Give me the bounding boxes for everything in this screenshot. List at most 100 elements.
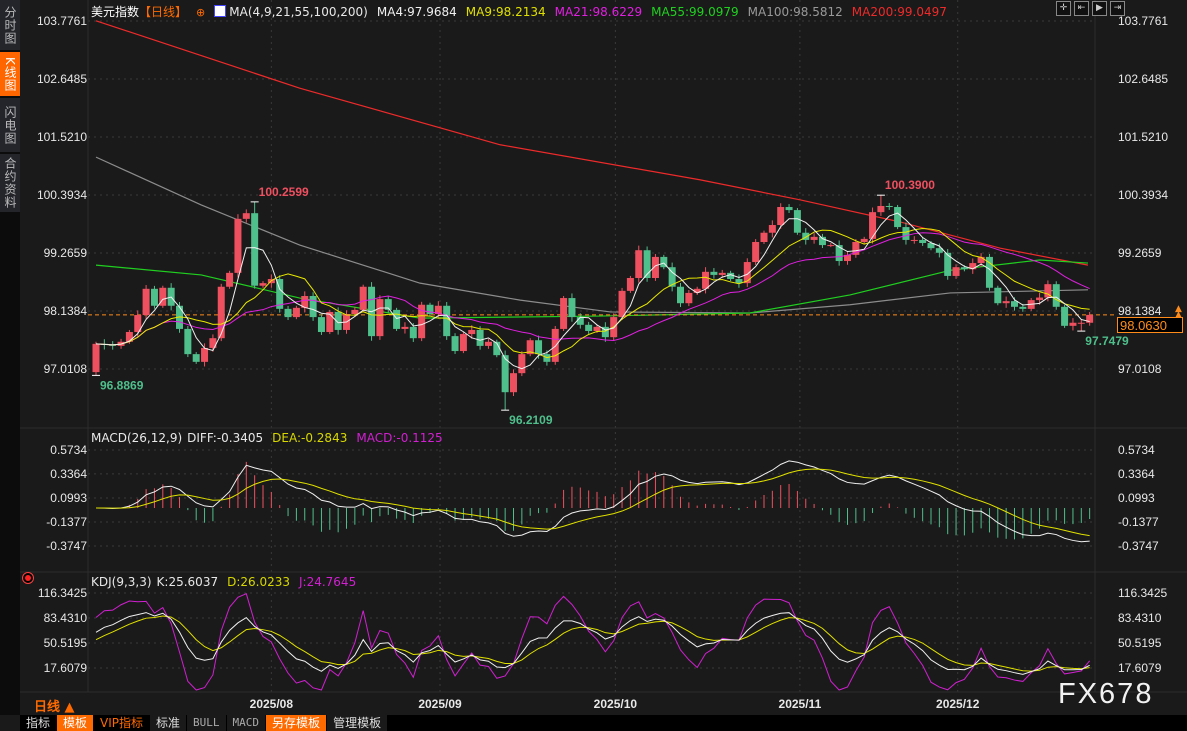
candle [651, 253, 659, 281]
macd-value: MACD:-0.1125 [356, 431, 443, 445]
candle [910, 236, 918, 244]
candle [526, 338, 534, 357]
ma100-line [95, 156, 1088, 314]
kdj-j-line [95, 592, 1091, 691]
date-tick: 2025/10 [594, 697, 638, 711]
candle [518, 351, 526, 377]
candles [92, 195, 1094, 411]
chart-tools: ✛ ⇤ ▶ ⇥ [1056, 1, 1125, 16]
toolbar-button[interactable]: 标准 [150, 715, 188, 731]
toolbar-button[interactable]: MACD [226, 715, 267, 731]
toolbar-button[interactable]: 模板 [57, 715, 95, 731]
candle [677, 282, 684, 307]
indicator-chart-icon[interactable] [214, 5, 227, 17]
candle-body [919, 239, 927, 244]
candle [292, 305, 300, 320]
candle [994, 285, 1002, 306]
candle-body [618, 290, 626, 318]
candle-body [626, 277, 634, 291]
ma100-value: MA100:98.5812 [747, 5, 843, 19]
period-label: 【日线】 [139, 5, 188, 19]
candle-body [217, 286, 225, 339]
ma200-line [95, 20, 1089, 266]
ma4-line [95, 212, 1090, 370]
candle [501, 350, 509, 411]
chart-canvas[interactable]: 103.7761 103.7761 102.6485 102.6485 101.5210… [0, 0, 1187, 731]
candle-body [885, 205, 893, 208]
candle [752, 239, 760, 265]
candle-body [393, 309, 401, 329]
candle [793, 208, 801, 235]
price-tick-left: 101.5210 [37, 130, 87, 144]
toolbar-button[interactable]: BULL [187, 715, 227, 731]
kdj-tick-right: 116.3425 [1118, 586, 1167, 600]
macd-header: MACD(26,12,9) DIFF:-0.3405 DEA:-0.2843 MACD… [91, 431, 452, 445]
candle-body [150, 288, 158, 306]
current-price-tag: 98.0630 [1117, 317, 1183, 333]
candle-body [568, 298, 576, 318]
candle [393, 307, 401, 331]
period-selector[interactable]: 日线 ▲ [34, 696, 75, 715]
candle-body [768, 225, 776, 233]
candle [476, 326, 484, 350]
candle [234, 214, 242, 278]
price-tick-left: 97.0108 [44, 362, 88, 376]
candle [660, 254, 668, 270]
macd-tick-right: 0.0993 [1118, 491, 1155, 505]
candle-body [1069, 322, 1077, 326]
low-price-label: 96.2109 [509, 413, 553, 427]
candle [902, 222, 910, 245]
price-tick-left: 99.2659 [44, 246, 88, 260]
grid-lines [20, 0, 1187, 695]
bottom-toolbar: 指标 模板 VIP指标 标准 BULL MACD 另存模板 管理模板 [20, 715, 1187, 731]
candle [551, 326, 559, 365]
candle [418, 301, 426, 342]
candle-body [718, 272, 726, 275]
candle-body [894, 207, 902, 228]
price-tick-right: 99.2659 [1118, 246, 1162, 260]
candle-body [309, 296, 317, 318]
candle [1086, 311, 1094, 326]
macd-dea-line [95, 468, 1090, 537]
candle-body [760, 232, 768, 242]
candle-body [860, 238, 868, 242]
toolbar-button[interactable]: 管理模板 [327, 715, 389, 731]
play-forward-icon[interactable]: ▶ [1092, 1, 1107, 16]
candle-body [292, 307, 300, 318]
macd-tick-right: -0.3747 [1118, 539, 1159, 553]
add-icon[interactable]: ⊕ [196, 6, 205, 19]
candle [894, 204, 902, 230]
zoom-start-icon[interactable]: ⇤ [1074, 1, 1089, 16]
candle-body [184, 328, 192, 355]
instrument-title: 美元指数 [91, 5, 140, 19]
date-tick: 2025/12 [936, 697, 980, 711]
candle [1069, 318, 1077, 331]
candle [159, 285, 167, 308]
record-dot-icon[interactable] [25, 575, 31, 581]
price-tick-right: 97.0108 [1118, 362, 1162, 376]
price-tick-left: 103.7761 [37, 14, 87, 28]
jump-end-icon[interactable]: ⇥ [1110, 1, 1125, 16]
candle [192, 352, 200, 364]
candle-body [877, 205, 885, 213]
candle-body [1011, 301, 1018, 307]
toolbar-button[interactable]: VIP指标 [94, 715, 151, 731]
candle-body [459, 334, 467, 352]
ma200-value: MA200:99.0497 [851, 5, 947, 19]
candle-body [259, 283, 267, 286]
price-tick-right: 103.7761 [1118, 14, 1168, 28]
candle [810, 233, 818, 244]
toolbar-button[interactable]: 指标 [20, 715, 58, 731]
kdj-d: D:26.0233 [227, 575, 290, 589]
crosshair-icon[interactable]: ✛ [1056, 1, 1071, 16]
main-chart-header: 美元指数【日线】 ⊕ MA(4,9,21,55,100,200) MA4:97.968… [91, 3, 956, 20]
kdj-k: K:25.6037 [156, 575, 219, 589]
candle [209, 334, 217, 352]
candle [576, 313, 584, 329]
candle-body [359, 286, 367, 310]
toolbar-button[interactable]: 另存模板 [266, 715, 328, 731]
candle-body [510, 373, 517, 393]
candle [685, 290, 693, 307]
candle [835, 240, 843, 266]
candle-body [443, 305, 451, 337]
